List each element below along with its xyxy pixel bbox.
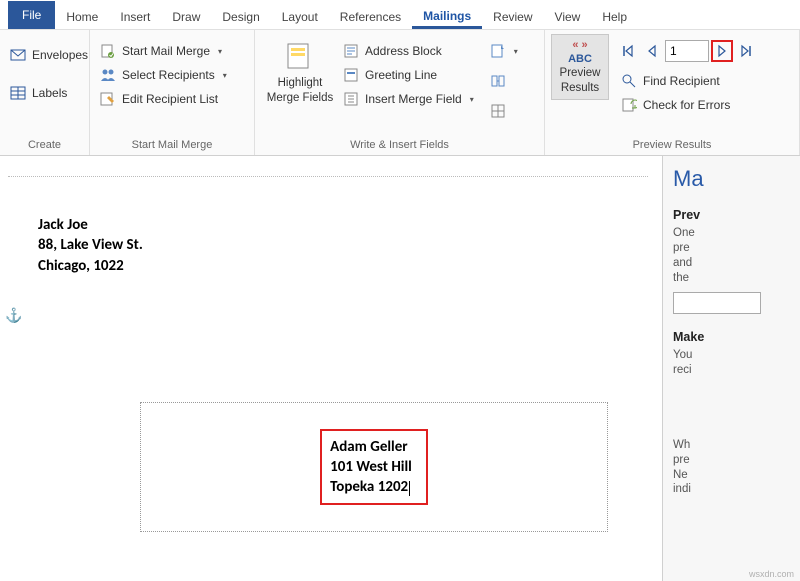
tab-design[interactable]: Design: [211, 4, 270, 29]
return-street: 88, Lake View St.: [38, 235, 618, 255]
group-write-insert: Highlight Merge Fields Address Block Gre…: [255, 30, 545, 155]
select-recipients-button[interactable]: Select Recipients ▾: [96, 64, 231, 86]
record-number-input[interactable]: [665, 40, 709, 62]
match-fields-icon: [490, 73, 506, 89]
last-record-button[interactable]: [735, 40, 757, 62]
mail-merge-task-pane: Ma Prev One pre and the Make You reci Wh…: [662, 156, 800, 581]
text-cursor: [409, 481, 410, 496]
update-labels-icon: [490, 103, 506, 119]
address-block-button[interactable]: Address Block: [339, 40, 478, 62]
group-start-mail-merge: Start Mail Merge ▾ Select Recipients ▾ E…: [90, 30, 255, 155]
first-record-button[interactable]: [617, 40, 639, 62]
check-icon: [621, 97, 637, 113]
address-block-icon: [343, 43, 359, 59]
return-city: Chicago, 1022: [38, 256, 618, 276]
update-labels-button[interactable]: [486, 100, 522, 122]
merge-city: Topeka 1202: [330, 478, 408, 496]
rules-button[interactable]: ▾: [486, 40, 522, 62]
group-write-label: Write & Insert Fields: [261, 137, 538, 153]
merge-name: Adam Geller: [330, 437, 412, 457]
tab-help[interactable]: Help: [591, 4, 638, 29]
prev-record-button[interactable]: [641, 40, 663, 62]
search-icon: [621, 73, 637, 89]
abc-icon: ABC: [568, 53, 592, 65]
preview-line1: Preview: [560, 67, 601, 80]
tab-layout[interactable]: Layout: [271, 4, 329, 29]
pane-button[interactable]: [673, 292, 761, 314]
highlight-line2: Merge Fields: [267, 92, 333, 105]
pane-sub-make: Make: [673, 330, 792, 344]
greeting-icon: [343, 67, 359, 83]
tab-review[interactable]: Review: [482, 4, 543, 29]
rules-icon: [490, 43, 506, 59]
tab-home[interactable]: Home: [55, 4, 109, 29]
pane-text: Wh pre Ne indi: [673, 438, 792, 498]
envelope-icon: [10, 47, 26, 63]
document-canvas[interactable]: Jack Joe 88, Lake View St. Chicago, 1022…: [0, 156, 662, 581]
start-mail-merge-button[interactable]: Start Mail Merge ▾: [96, 40, 231, 62]
pane-sub-preview: Prev: [673, 208, 792, 222]
highlight-merge-fields-button[interactable]: Highlight Merge Fields: [261, 34, 339, 109]
edit-recipient-list-button[interactable]: Edit Recipient List: [96, 88, 231, 110]
edit-list-icon: [100, 91, 116, 107]
chevron-down-icon: ▾: [470, 95, 474, 104]
pane-title: Ma: [673, 166, 792, 192]
ribbon-tabs: File Home Insert Draw Design Layout Refe…: [0, 0, 800, 30]
recipient-address-highlight: Adam Geller 101 West Hill Topeka 1202: [320, 429, 428, 506]
chevron-down-icon: ▾: [514, 47, 518, 56]
highlight-line1: Highlight: [278, 77, 323, 90]
group-start-label: Start Mail Merge: [96, 137, 248, 153]
smm-label: Start Mail Merge: [122, 44, 210, 58]
envelope: Jack Joe 88, Lake View St. Chicago, 1022…: [8, 176, 648, 506]
edit-label: Edit Recipient List: [122, 92, 218, 106]
tab-view[interactable]: View: [544, 4, 592, 29]
insert-merge-field-button[interactable]: Insert Merge Field ▾: [339, 88, 478, 110]
workarea: Jack Joe 88, Lake View St. Chicago, 1022…: [0, 156, 800, 581]
tab-file[interactable]: File: [8, 1, 55, 29]
greet-label: Greeting Line: [365, 68, 437, 82]
tab-insert[interactable]: Insert: [109, 4, 161, 29]
labels-icon: [10, 85, 26, 101]
tab-mailings[interactable]: Mailings: [412, 3, 482, 29]
sel-label: Select Recipients: [122, 68, 215, 82]
group-create: Envelopes Labels Create: [0, 30, 90, 155]
check-label: Check for Errors: [643, 98, 730, 112]
labels-button[interactable]: Labels: [6, 82, 92, 104]
highlight-icon: [284, 40, 316, 75]
imf-label: Insert Merge Field: [365, 92, 462, 106]
next-record-button[interactable]: [711, 40, 733, 62]
watermark: wsxdn.com: [749, 569, 794, 579]
greeting-line-button[interactable]: Greeting Line: [339, 64, 478, 86]
tab-references[interactable]: References: [329, 4, 412, 29]
tab-draw[interactable]: Draw: [161, 4, 211, 29]
preview-results-button[interactable]: « » ABC Preview Results: [551, 34, 609, 100]
chevron-down-icon: ▾: [223, 71, 227, 80]
preview-icon: « »: [572, 39, 587, 51]
return-name: Jack Joe: [38, 215, 618, 235]
return-address[interactable]: Jack Joe 88, Lake View St. Chicago, 1022: [38, 215, 618, 276]
labels-label: Labels: [32, 86, 67, 100]
match-fields-button[interactable]: [486, 70, 522, 92]
pane-text: One pre and the: [673, 226, 792, 286]
preview-line2: Results: [561, 82, 599, 95]
group-preview-results: « » ABC Preview Results: [545, 30, 800, 155]
mail-merge-icon: [100, 43, 116, 59]
find-recipient-button[interactable]: Find Recipient: [617, 70, 757, 92]
ribbon: Envelopes Labels Create Start Mail M: [0, 30, 800, 156]
recipients-icon: [100, 67, 116, 83]
pane-text: You reci: [673, 348, 792, 378]
record-navigation: [617, 40, 757, 62]
insert-field-icon: [343, 91, 359, 107]
envelopes-label: Envelopes: [32, 48, 88, 62]
group-create-label: Create: [6, 137, 83, 153]
anchor-icon: ⚓: [5, 307, 22, 324]
group-preview-label: Preview Results: [551, 137, 793, 153]
check-errors-button[interactable]: Check for Errors: [617, 94, 757, 116]
find-label: Find Recipient: [643, 74, 720, 88]
envelopes-button[interactable]: Envelopes: [6, 44, 92, 66]
recipient-address-frame[interactable]: Adam Geller 101 West Hill Topeka 1202: [140, 402, 608, 532]
chevron-down-icon: ▾: [218, 47, 222, 56]
addr-label: Address Block: [365, 44, 442, 58]
merge-street: 101 West Hill: [330, 457, 412, 477]
